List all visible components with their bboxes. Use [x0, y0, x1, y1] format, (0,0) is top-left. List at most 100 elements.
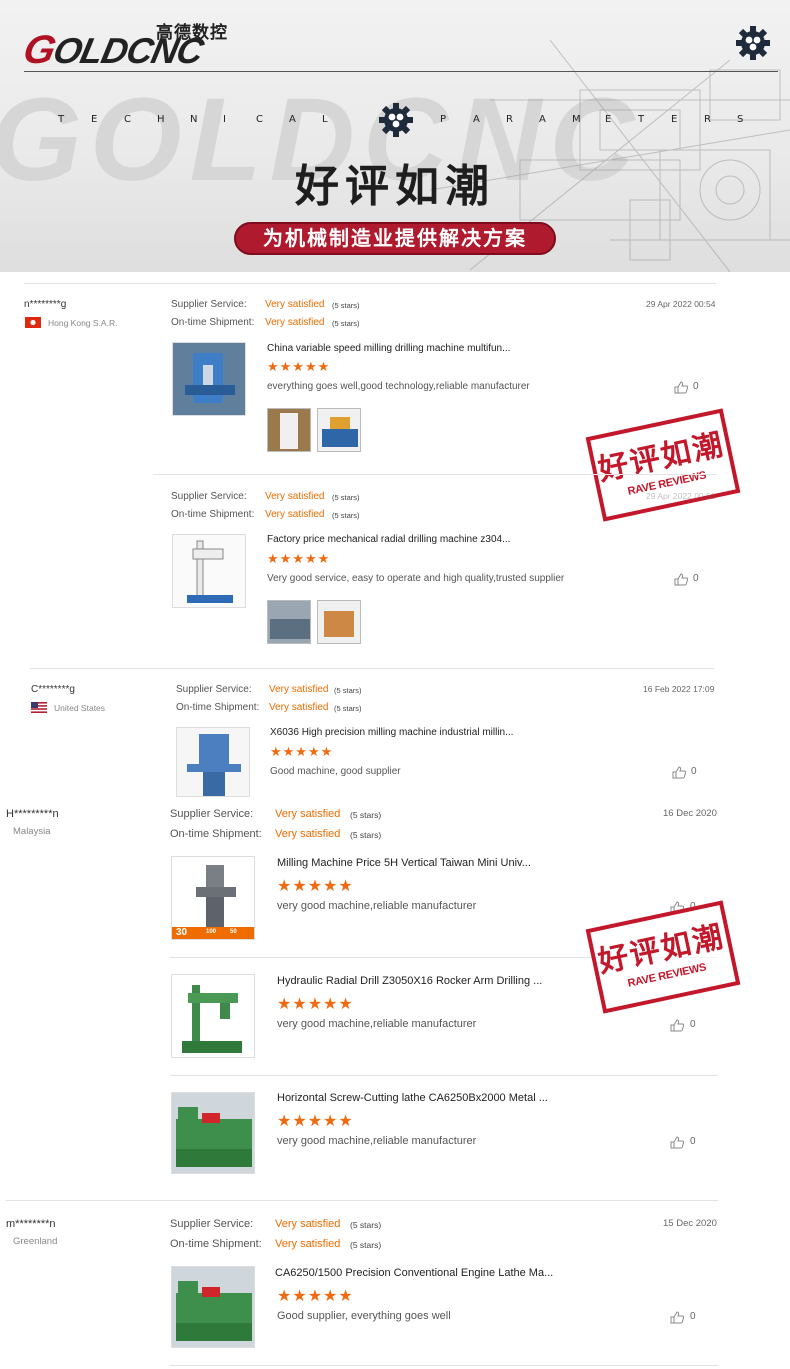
review-text: Good supplier, everything goes well [277, 1310, 451, 1322]
shipment-stars: (5 stars) [334, 704, 362, 713]
flag-united-states-icon [31, 702, 47, 713]
review-text: Good machine, good supplier [270, 766, 401, 777]
image-badge: 100 [206, 929, 217, 935]
like-count: 0 [690, 1019, 696, 1030]
logo[interactable]: 高德数控 GOLDCNC [19, 14, 234, 72]
supplier-service-rating: Very satisfied [265, 299, 325, 310]
tech-letter: E [671, 114, 678, 125]
item-divider [170, 1075, 718, 1076]
reviewer-country: Greenland [13, 1236, 58, 1247]
review-date: 16 Feb 2022 17:09 [643, 684, 715, 694]
tech-letter: E [605, 114, 612, 125]
reviewer-country: United States [54, 703, 106, 713]
product-image[interactable] [172, 534, 246, 608]
like-count: 0 [690, 1311, 696, 1322]
review-divider [6, 1200, 718, 1201]
shipment-label: On-time Shipment: [170, 828, 262, 840]
reviewer-name: n********g [24, 299, 67, 310]
tech-letter: C [124, 114, 131, 125]
like-count: 0 [690, 1136, 696, 1147]
review-photo[interactable] [317, 408, 361, 452]
thumbs-up-icon[interactable] [670, 1019, 684, 1032]
review-text: very good machine,reliable manufacturer [277, 1018, 477, 1030]
shipment-label: On-time Shipment: [171, 317, 255, 328]
supplier-service-rating: Very satisfied [265, 491, 325, 502]
supplier-service-label: Supplier Service: [171, 491, 247, 502]
like-count: 0 [691, 766, 697, 777]
product-title[interactable]: Factory price mechanical radial drilling… [267, 534, 510, 545]
thumbs-up-icon[interactable] [670, 1311, 684, 1324]
product-title[interactable]: Horizontal Screw-Cutting lathe CA6250Bx2… [277, 1092, 548, 1104]
tech-letter: L [322, 114, 328, 125]
tech-letter: T [58, 114, 65, 125]
slogan-pill: 为机械制造业提供解决方案 [234, 222, 556, 255]
shipment-stars: (5 stars) [332, 319, 360, 328]
gear-icon [379, 103, 413, 137]
review-stars: ★★★★★ [277, 878, 354, 895]
review-photo[interactable] [267, 408, 311, 452]
rave-reviews-stamp: 好评如潮 RAVE REVIEWS [585, 408, 741, 522]
shipment-rating: Very satisfied [275, 1238, 341, 1250]
product-title[interactable]: Hydraulic Radial Drill Z3050X16 Rocker A… [277, 975, 542, 987]
reviewer-name: m********n [6, 1218, 56, 1230]
tech-letter: C [256, 114, 263, 125]
product-image[interactable] [171, 974, 255, 1058]
review-text: very good machine,reliable manufacturer [277, 900, 477, 912]
review-date: 15 Dec 2020 [663, 1218, 717, 1229]
header-divider [24, 71, 778, 72]
review-text: everything goes well,good technology,rel… [267, 381, 530, 392]
product-title[interactable]: Milling Machine Price 5H Vertical Taiwan… [277, 857, 531, 869]
review-divider [24, 283, 716, 284]
tech-letter: A [289, 114, 296, 125]
review-photo[interactable] [267, 600, 311, 644]
page: GOLDCNC 高德数控 GOLDCNC T E C H N I C A L P A R A M E T E R S [0, 0, 790, 1369]
product-title[interactable]: X6036 High precision milling machine ind… [270, 727, 513, 738]
review-date: 29 Apr 2022 00:54 [646, 299, 716, 309]
tech-letter: N [190, 114, 198, 125]
product-image[interactable] [171, 1092, 255, 1174]
tech-letter: P [440, 114, 447, 125]
review-stars: ★★★★★ [267, 551, 331, 566]
header-banner: GOLDCNC 高德数控 GOLDCNC T E C H N I C A L P A R A M E T E R S [0, 0, 790, 272]
product-title[interactable]: China variable speed milling drilling ma… [267, 343, 510, 354]
thumbs-up-icon[interactable] [674, 573, 688, 586]
review-photo[interactable] [317, 600, 361, 644]
item-divider [153, 474, 716, 475]
review-text: Very good service, easy to operate and h… [267, 573, 565, 584]
review-stars: ★★★★★ [277, 1113, 354, 1130]
supplier-service-stars: (5 stars) [334, 686, 362, 695]
like-count: 0 [693, 573, 699, 584]
shipment-stars: (5 stars) [332, 511, 360, 520]
shipment-rating: Very satisfied [275, 828, 341, 840]
thumbs-up-icon[interactable] [672, 766, 686, 779]
product-image[interactable]: 30 100 50 [171, 856, 255, 940]
tech-letter: S [737, 114, 744, 125]
logo-english-text: GOLDCNC [19, 28, 207, 72]
thumbs-up-icon[interactable] [674, 381, 688, 394]
gear-icon [736, 26, 770, 60]
product-image[interactable] [171, 1266, 255, 1348]
shipment-rating: Very satisfied [269, 702, 329, 713]
review-stars: ★★★★★ [267, 359, 331, 374]
shipment-label: On-time Shipment: [171, 509, 255, 520]
item-divider [170, 1365, 718, 1366]
product-image[interactable] [176, 727, 250, 797]
tech-letter: M [572, 114, 581, 125]
supplier-service-label: Supplier Service: [170, 808, 254, 820]
tech-letter: A [473, 114, 480, 125]
tech-letter: E [91, 114, 98, 125]
thumbs-up-icon[interactable] [670, 1136, 684, 1149]
product-image[interactable] [172, 342, 246, 416]
supplier-service-rating: Very satisfied [269, 684, 329, 695]
review-stars: ★★★★★ [277, 1288, 354, 1305]
product-title[interactable]: CA6250/1500 Precision Conventional Engin… [275, 1267, 553, 1279]
reviewer-country: Malaysia [13, 826, 51, 837]
shipment-stars: (5 stars) [350, 830, 382, 840]
supplier-service-stars: (5 stars) [332, 301, 360, 310]
like-count: 0 [693, 381, 699, 392]
supplier-service-label: Supplier Service: [171, 299, 247, 310]
supplier-service-rating: Very satisfied [275, 808, 341, 820]
image-badge: 50 [230, 929, 237, 935]
review-date: 29 Apr 2022 00:51 [646, 491, 716, 501]
reviewer-country: Hong Kong S.A.R. [48, 318, 118, 328]
